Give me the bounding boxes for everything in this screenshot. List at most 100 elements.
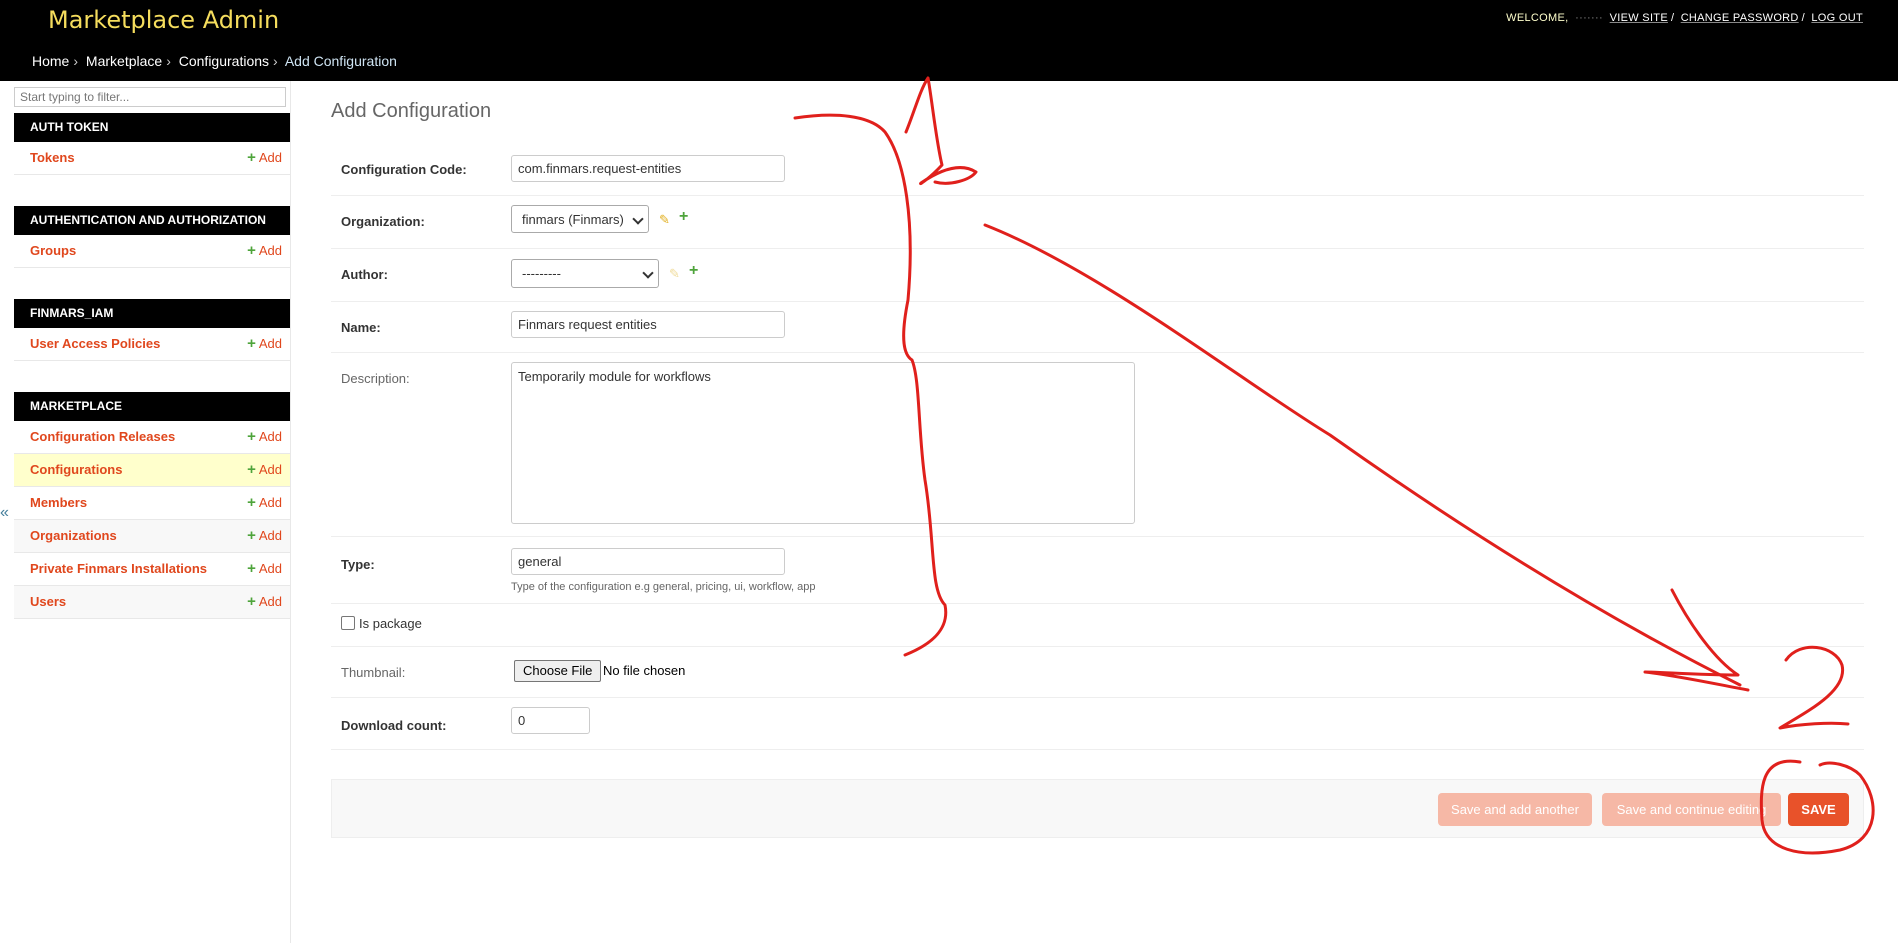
welcome-text: WELCOME, (1506, 12, 1569, 24)
model-link[interactable]: Groups (30, 235, 76, 267)
sidebar-item-tokens: Tokens + Add (14, 142, 290, 175)
author-select-value: --------- (522, 266, 561, 281)
name-input[interactable]: Finmars request entities (511, 311, 785, 338)
page-title: Add Configuration (331, 100, 492, 122)
form-row-thumbnail: Thumbnail: Choose File No file chosen (331, 647, 1864, 698)
plus-icon: + (247, 527, 256, 544)
plus-icon: + (247, 494, 256, 511)
save-and-add-another-button[interactable]: Save and add another (1438, 793, 1592, 826)
app-caption[interactable]: AUTHENTICATION AND AUTHORIZATION (14, 206, 290, 235)
model-link[interactable]: Tokens (30, 142, 75, 174)
chevron-down-icon (642, 267, 654, 279)
type-help-text: Type of the configuration e.g general, p… (511, 581, 816, 593)
nav-filter-input[interactable] (14, 87, 286, 107)
app-module-auth-token: AUTH TOKEN Tokens + Add (14, 113, 290, 175)
form-row-configuration-code: Configuration Code: com.finmars.request-… (331, 142, 1864, 196)
add-link[interactable]: + Add (247, 553, 282, 585)
description-textarea[interactable]: Temporarily module for workflows (511, 362, 1135, 524)
app-module-authentication: AUTHENTICATION AND AUTHORIZATION Groups … (14, 206, 290, 268)
description-label: Description: (341, 371, 410, 386)
add-related-icon[interactable]: + (689, 262, 698, 280)
sidebar-item-configuration-releases: Configuration Releases + Add (14, 421, 290, 454)
model-link[interactable]: User Access Policies (30, 328, 160, 360)
app-module-marketplace: MARKETPLACE Configuration Releases + Add … (14, 392, 290, 619)
site-branding[interactable]: Marketplace Admin (48, 6, 279, 34)
is-package-label: Is package (359, 616, 422, 631)
type-input[interactable]: general (511, 548, 785, 575)
header: Marketplace Admin WELCOME, ······· VIEW … (0, 0, 1898, 81)
sidebar-item-organizations: Organizations + Add (14, 520, 290, 553)
thumbnail-label: Thumbnail: (341, 665, 406, 680)
form-row-name: Name: Finmars request entities (331, 302, 1864, 353)
toggle-nav-sidebar-icon[interactable]: « (0, 504, 9, 522)
plus-icon: + (247, 335, 256, 352)
breadcrumb-home[interactable]: Home (32, 53, 69, 69)
configuration-code-input[interactable]: com.finmars.request-entities (511, 155, 785, 182)
form-row-is-package: Is package (331, 604, 1864, 647)
model-link[interactable]: Configuration Releases (30, 421, 175, 453)
app-caption[interactable]: MARKETPLACE (14, 392, 290, 421)
model-link[interactable]: Organizations (30, 520, 117, 552)
download-count-input[interactable]: 0 (511, 707, 590, 734)
edit-pencil-icon[interactable]: ✎ (659, 212, 670, 228)
log-out-link[interactable]: LOG OUT (1811, 12, 1863, 24)
add-link[interactable]: + Add (247, 520, 282, 552)
submit-row: Save and add another Save and continue e… (331, 779, 1864, 838)
chevron-down-icon (632, 213, 644, 225)
plus-icon: + (247, 428, 256, 445)
app-module-finmars-iam: FINMARS_IAM User Access Policies + Add (14, 299, 290, 361)
choose-file-button[interactable]: Choose File (514, 660, 602, 682)
file-status-text: No file chosen (603, 663, 686, 678)
app-caption[interactable]: FINMARS_IAM (14, 299, 290, 328)
add-link[interactable]: + Add (247, 586, 282, 618)
breadcrumb-current: Add Configuration (284, 53, 397, 69)
breadcrumb-configurations[interactable]: Configurations (179, 53, 269, 69)
type-label: Type: (341, 557, 375, 572)
configuration-code-label: Configuration Code: (341, 162, 467, 177)
model-link[interactable]: Users (30, 586, 66, 618)
sidebar-item-user-access-policies: User Access Policies + Add (14, 328, 290, 361)
save-and-continue-editing-button[interactable]: Save and continue editing (1602, 793, 1781, 826)
user-tools: WELCOME, ······· VIEW SITE / CHANGE PASSW… (1506, 12, 1863, 24)
app-caption[interactable]: AUTH TOKEN (14, 113, 290, 142)
form-row-author: Author: --------- ✎ + (331, 249, 1864, 302)
sidebar-item-configurations: Configurations + Add (14, 454, 290, 487)
organization-label: Organization: (341, 214, 425, 229)
form-row-organization: Organization: finmars (Finmars) ✎ + (331, 196, 1864, 249)
author-label: Author: (341, 267, 388, 282)
plus-icon: + (247, 242, 256, 259)
form-row-description: Description: Temporarily module for work… (331, 353, 1864, 537)
sidebar-item-private-finmars-installations: Private Finmars Installations + Add (14, 553, 290, 586)
plus-icon: + (247, 149, 256, 166)
nav-sidebar: AUTH TOKEN Tokens +Add AUTHENTICATION AN… (14, 81, 291, 943)
breadcrumb-marketplace[interactable]: Marketplace (86, 53, 162, 69)
form-row-type: Type: general Type of the configuration … (331, 537, 1864, 604)
name-label: Name: (341, 320, 381, 335)
breadcrumb: Home › Marketplace › Configurations › Add C… (32, 53, 397, 69)
username-redacted: ······· (1571, 12, 1607, 24)
save-button[interactable]: SAVE (1788, 793, 1849, 826)
add-link[interactable]: + Add (247, 487, 282, 519)
add-link[interactable]: + Add (247, 454, 282, 486)
add-link[interactable]: + Add (247, 235, 282, 267)
sidebar-item-members: Members + Add (14, 487, 290, 520)
sidebar-item-groups: Groups + Add (14, 235, 290, 268)
organization-select-value: finmars (Finmars) (522, 212, 624, 227)
sidebar-item-users: Users + Add (14, 586, 290, 619)
organization-select[interactable]: finmars (Finmars) (511, 205, 649, 233)
author-select[interactable]: --------- (511, 259, 659, 288)
form-row-download-count: Download count: 0 (331, 698, 1864, 750)
add-link[interactable]: + Add (247, 328, 282, 360)
is-package-checkbox[interactable] (341, 616, 355, 630)
edit-pencil-icon: ✎ (669, 266, 680, 281)
add-link[interactable]: + Add (247, 421, 282, 453)
add-link[interactable]: + Add (247, 142, 282, 174)
model-link[interactable]: Private Finmars Installations (30, 553, 207, 585)
change-password-link[interactable]: CHANGE PASSWORD (1681, 12, 1799, 24)
view-site-link[interactable]: VIEW SITE (1610, 12, 1668, 24)
model-link[interactable]: Configurations (30, 454, 122, 486)
plus-icon: + (247, 560, 256, 577)
plus-icon: + (247, 461, 256, 478)
model-link[interactable]: Members (30, 487, 87, 519)
add-related-icon[interactable]: + (679, 208, 688, 226)
